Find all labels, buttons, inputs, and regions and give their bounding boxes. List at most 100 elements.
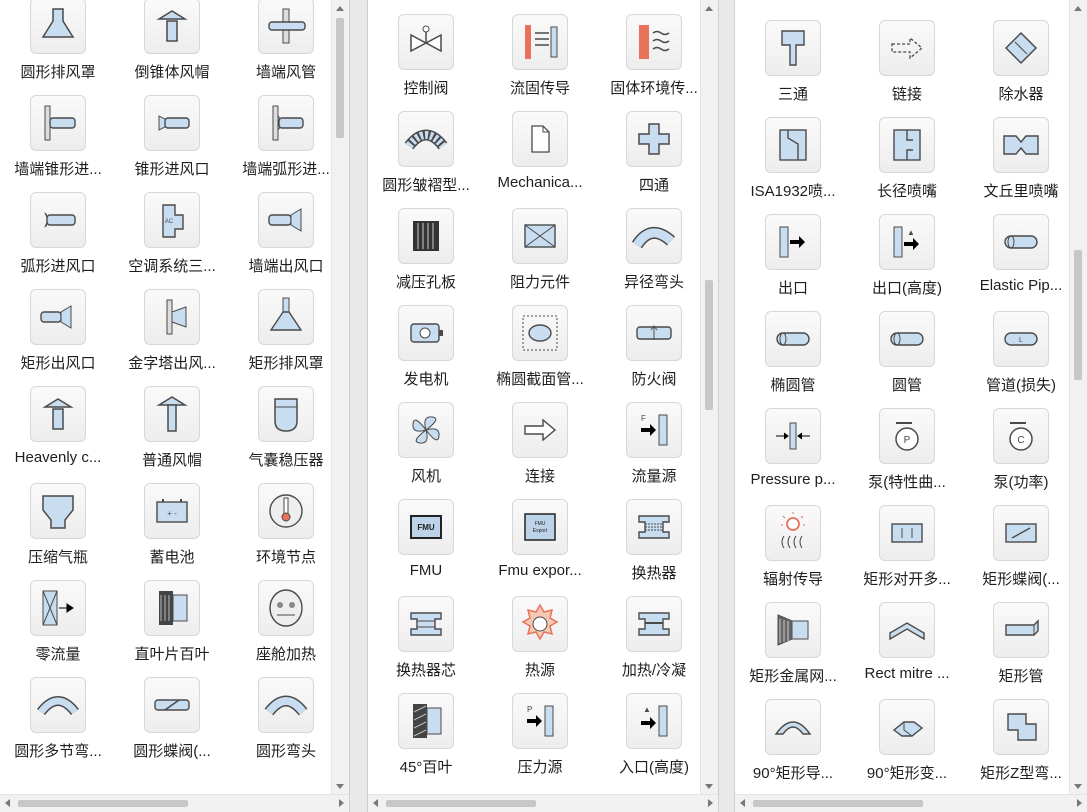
horizontal-scrollbar-2[interactable] — [368, 794, 718, 812]
component-item[interactable]: 圆管 — [851, 310, 963, 407]
air-bag-icon[interactable] — [258, 386, 314, 442]
link-arrow-icon[interactable] — [512, 402, 568, 458]
component-item[interactable]: 固体环境传... — [598, 13, 710, 110]
radiation-icon[interactable] — [765, 505, 821, 561]
rect-pipe-icon[interactable] — [993, 602, 1049, 658]
thermometer-icon[interactable] — [258, 483, 314, 539]
component-item[interactable]: ▲ 出口(高度) — [851, 213, 963, 310]
pressure-source-icon[interactable]: P — [512, 693, 568, 749]
scroll-right-icon[interactable] — [1077, 799, 1082, 807]
reducing-elbow-icon[interactable] — [626, 208, 682, 264]
rect-outlet-icon[interactable] — [30, 289, 86, 345]
component-item[interactable]: 普通风帽 — [116, 385, 228, 482]
component-item[interactable]: 圆形蝶阀(... — [116, 676, 228, 773]
scroll-thumb[interactable] — [705, 280, 713, 410]
scroll-thumb[interactable] — [1074, 250, 1082, 380]
zero-flow-icon[interactable] — [30, 580, 86, 636]
generator-icon[interactable] — [398, 305, 454, 361]
component-item[interactable]: 直叶片百叶 — [116, 579, 228, 676]
horizontal-scrollbar-3[interactable] — [735, 794, 1087, 812]
component-item[interactable]: 墙端风管 — [230, 0, 342, 94]
heat-source-icon[interactable] — [512, 596, 568, 652]
component-item[interactable]: ISA1932喷... — [737, 116, 849, 213]
component-item[interactable]: 矩形排风罩 — [230, 288, 342, 385]
component-item[interactable]: 圆形排风罩 — [2, 0, 114, 94]
component-item[interactable]: 矩形金属网... — [737, 601, 849, 698]
component-item[interactable]: 圆形皱褶型... — [370, 110, 482, 207]
cross-icon[interactable] — [626, 111, 682, 167]
pyramid-outlet-icon[interactable] — [144, 289, 200, 345]
component-item[interactable]: AC 空调系统三... — [116, 191, 228, 288]
wall-arc-inlet-icon[interactable] — [258, 95, 314, 151]
component-item[interactable]: 控制阀 — [370, 13, 482, 110]
common-cap-icon[interactable] — [144, 386, 200, 442]
ac-three-way-icon[interactable]: AC — [144, 192, 200, 248]
component-item[interactable]: 长径喷嘴 — [851, 116, 963, 213]
component-item[interactable]: + - 蓄电池 — [116, 482, 228, 579]
pipe-icon[interactable] — [765, 311, 821, 367]
flow-source-icon[interactable]: F — [626, 402, 682, 458]
component-item[interactable]: 防火阀 — [598, 304, 710, 401]
round-butterfly-icon[interactable] — [144, 677, 200, 733]
component-item[interactable]: 加热/冷凝 — [598, 595, 710, 692]
component-item[interactable]: 除水器 — [965, 19, 1077, 116]
scroll-thumb[interactable] — [336, 18, 344, 138]
fmu-export-icon[interactable]: FMU Export — [512, 499, 568, 555]
component-item[interactable]: 四通 — [598, 110, 710, 207]
wall-duct-icon[interactable] — [258, 0, 314, 54]
scroll-thumb[interactable] — [386, 800, 536, 807]
component-item[interactable]: 连接 — [484, 401, 596, 498]
component-item[interactable]: P 泵(特性曲... — [851, 407, 963, 504]
cone-inlet-icon[interactable] — [144, 95, 200, 151]
scroll-down-icon[interactable] — [705, 784, 713, 789]
pleated-bend-icon[interactable] — [398, 111, 454, 167]
inlet-height-icon[interactable]: ▲ — [626, 693, 682, 749]
component-item[interactable]: F 流量源 — [598, 401, 710, 498]
pipe-icon[interactable] — [993, 214, 1049, 270]
solid-env-icon[interactable] — [626, 14, 682, 70]
component-item[interactable]: 矩形蝶阀(... — [965, 504, 1077, 601]
rect-hood-icon[interactable] — [258, 289, 314, 345]
component-item[interactable]: 出口 — [737, 213, 849, 310]
scroll-up-icon[interactable] — [336, 6, 344, 11]
fmu-icon[interactable]: FMU — [398, 499, 454, 555]
component-item[interactable]: 矩形管 — [965, 601, 1077, 698]
pressure-point-icon[interactable] — [765, 408, 821, 464]
component-item[interactable]: 减压孔板 — [370, 207, 482, 304]
component-item[interactable]: 风机 — [370, 401, 482, 498]
component-item[interactable]: 换热器芯 — [370, 595, 482, 692]
component-item[interactable]: 90°矩形导... — [737, 698, 849, 795]
pump-c-icon[interactable]: C — [993, 408, 1049, 464]
vertical-scrollbar-1[interactable] — [331, 0, 349, 795]
component-item[interactable]: 压缩气瓶 — [2, 482, 114, 579]
heat-cond-icon[interactable] — [626, 596, 682, 652]
fire-damper-icon[interactable] — [626, 305, 682, 361]
component-item[interactable]: C 泵(功率) — [965, 407, 1077, 504]
component-item[interactable]: Pressure p... — [737, 407, 849, 504]
hx-core-icon[interactable] — [398, 596, 454, 652]
scroll-down-icon[interactable] — [336, 784, 344, 789]
component-item[interactable]: 气囊稳压器 — [230, 385, 342, 482]
component-item[interactable]: FMU FMU — [370, 498, 482, 595]
scroll-right-icon[interactable] — [708, 799, 713, 807]
orifice-plate-icon[interactable] — [398, 208, 454, 264]
component-item[interactable]: 圆形弯头 — [230, 676, 342, 773]
fluid-solid-icon[interactable] — [512, 14, 568, 70]
straight-louver-icon[interactable] — [144, 580, 200, 636]
component-item[interactable]: 金字塔出风... — [116, 288, 228, 385]
scroll-left-icon[interactable] — [740, 799, 745, 807]
wall-outlet-icon[interactable] — [258, 192, 314, 248]
component-item[interactable]: 换热器 — [598, 498, 710, 595]
metal-mesh-icon[interactable] — [765, 602, 821, 658]
component-item[interactable]: 90°矩形变... — [851, 698, 963, 795]
scroll-up-icon[interactable] — [1074, 6, 1082, 11]
component-item[interactable]: 链接 — [851, 19, 963, 116]
venturi-icon[interactable] — [993, 117, 1049, 173]
vertical-scrollbar-2[interactable] — [700, 0, 718, 795]
component-item[interactable]: 矩形出风口 — [2, 288, 114, 385]
component-item[interactable]: 热源 — [484, 595, 596, 692]
z-bend-icon[interactable] — [993, 699, 1049, 755]
arc-inlet-icon[interactable] — [30, 192, 86, 248]
component-item[interactable]: 椭圆管 — [737, 310, 849, 407]
funnel-hood-icon[interactable] — [30, 0, 86, 54]
